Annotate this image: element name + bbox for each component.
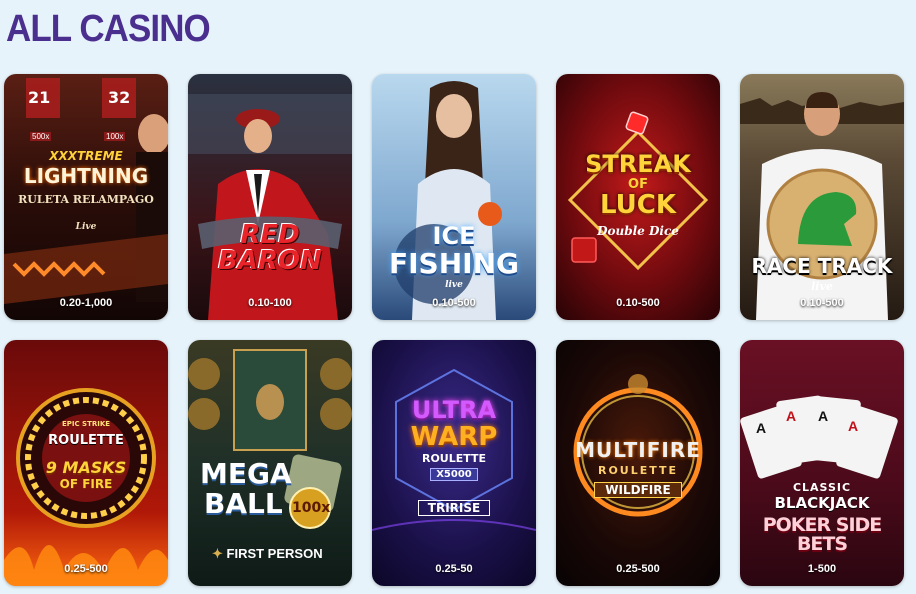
roulette-number: 21 (28, 88, 51, 107)
bet-limits: 0.10-100 (248, 297, 292, 309)
game-title-line: RED (240, 220, 300, 250)
bet-limits: 0.10-500 (432, 297, 476, 309)
provider-logo: TRIRISE (418, 500, 490, 516)
bet-limits: 1-500 (807, 563, 837, 575)
multiplier-badge: 100x (292, 500, 331, 516)
game-title-line: BALL (204, 487, 283, 520)
game-title-line: LUCK (600, 190, 676, 220)
bet-limits: 0.20-1,000 (59, 297, 113, 309)
game-thumbnail (556, 340, 720, 586)
game-tile-red-baron[interactable]: RED BARON 0.10-100 (188, 74, 352, 320)
bet-limits: 0.25-500 (616, 563, 660, 575)
bet-limits: 0.25-500 (64, 563, 108, 575)
game-title-line: 9 MASKS (45, 458, 127, 477)
game-live-label: live (811, 280, 833, 293)
game-subtitle: Double Dice (597, 224, 679, 238)
game-tile-classic-blackjack-poker-side-bets[interactable]: A A A A CLASSIC BLACKJACK POKER SIDE BET… (740, 340, 904, 586)
game-tile-ice-fishing[interactable]: ICE FISHING live 0.10-500 (372, 74, 536, 320)
game-tile-streak-of-luck[interactable]: STREAK OF LUCK Double Dice 0.10-500 (556, 74, 720, 320)
multiplier-badge: 100x (104, 132, 126, 141)
game-title-line: MULTIFIRE (575, 438, 701, 462)
game-title-line: BARON (218, 246, 322, 276)
game-tile-race-track[interactable]: RACE TRACK live 0.10-500 (740, 74, 904, 320)
game-title-line: CLASSIC (792, 481, 852, 494)
game-tile-roulette-9-masks-of-fire[interactable]: EPIC STRIKE ROULETTE 9 MASKS OF FIRE 0.2… (4, 340, 168, 586)
game-live-label: Live (75, 222, 97, 232)
game-subtitle: RULETA RELAMPAGO (18, 193, 154, 206)
game-title-line: MEGA (200, 457, 292, 490)
bet-limits: 0.10-500 (800, 297, 844, 309)
game-tile-ultra-warp-roulette[interactable]: ULTRA WARP ROULETTE X5000 TRIRISE 0.25-5… (372, 340, 536, 586)
playing-card: A (756, 420, 767, 436)
playing-card: A (818, 408, 829, 424)
first-person-text: FIRST PERSON (226, 546, 323, 561)
game-title-line: LIGHTNING (23, 164, 149, 188)
first-person-icon: ✦ (212, 546, 227, 561)
game-subtitle: ROULETTE (421, 452, 487, 465)
game-title-line: BLACKJACK (774, 494, 870, 512)
multiplier-badge: 500x (30, 132, 52, 141)
game-title-line: STREAK (585, 150, 691, 178)
section-title: ALL CASINO (6, 8, 211, 50)
game-tile-mega-ball-first-person[interactable]: MEGA BALL 100x ✦ FIRST PERSON (188, 340, 352, 586)
game-tile-multifire-roulette[interactable]: MULTIFIRE ROULETTE WILDFIRE 0.25-500 (556, 340, 720, 586)
game-thumbnail (188, 74, 352, 320)
game-title-line: ROULETTE (48, 433, 124, 448)
game-grid: 21 32 500x 100x XXXTREME LIGHTNING RULET… (4, 74, 912, 586)
game-variant-badge: WILDFIRE (594, 482, 682, 498)
game-title-line: RACE TRACK (751, 254, 893, 278)
game-title-line: ULTRA (411, 396, 497, 424)
game-subtitle: ROULETTE (597, 464, 679, 477)
playing-card: A (848, 418, 859, 434)
game-title-line: XXXTREME (49, 149, 123, 163)
bet-limits: 0.10-500 (616, 297, 660, 309)
first-person-label: ✦ FIRST PERSON (212, 546, 323, 562)
game-subtitle: EPIC STRIKE (61, 420, 111, 428)
game-live-label: live (445, 280, 463, 290)
multiplier-badge: X5000 (430, 468, 478, 481)
game-title-line: OF FIRE (59, 477, 113, 491)
playing-card: A (786, 408, 797, 424)
game-title-line: ICE (432, 222, 476, 250)
game-subtitle: POKER SIDE BETS (762, 514, 883, 555)
game-title-line: WARP (410, 422, 498, 452)
bet-limits: 0.25-50 (435, 563, 473, 575)
game-title-line: FISHING (389, 247, 519, 280)
roulette-number: 32 (108, 88, 131, 107)
game-tile-xxxtreme-lightning-roulette[interactable]: 21 32 500x 100x XXXTREME LIGHTNING RULET… (4, 74, 168, 320)
